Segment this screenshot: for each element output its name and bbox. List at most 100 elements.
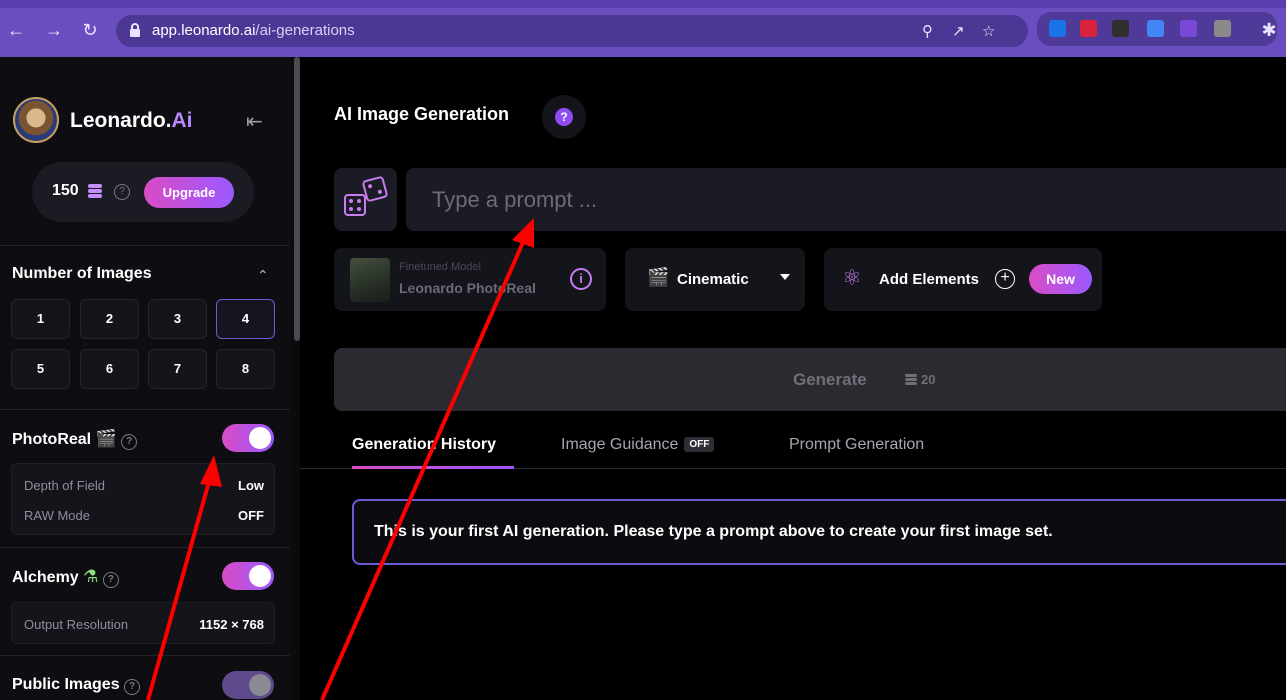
image-count-4[interactable]: 4 [216,299,275,339]
coins-icon [905,374,917,386]
alchemy-toggle[interactable] [222,562,274,590]
brand-suffix: Ai [171,109,193,132]
leonardo-logo [13,97,59,143]
image-count-6[interactable]: 6 [80,349,139,389]
url-text: app.leonardo.ai/ai-generations [152,22,355,39]
model-sublabel: Finetuned Model [399,261,481,273]
url-path: /ai-generations [255,22,355,39]
brand-name: Leonardo.Ai [70,109,193,133]
atom-icon: ⚛ [842,265,862,290]
model-selector[interactable]: Finetuned Model Leonardo PhotoReal i [334,248,606,311]
number-of-images-title: Number of Images [12,265,152,282]
new-badge: New [1029,264,1092,294]
divider [0,409,290,410]
image-count-1[interactable]: 1 [11,299,70,339]
upgrade-button[interactable]: Upgrade [144,177,234,208]
style-label: Cinematic [677,271,749,288]
share-icon[interactable]: ↗ [952,22,965,40]
help-icon[interactable]: ? [114,184,130,200]
help-icon[interactable]: ? [102,572,119,588]
extension-icon[interactable] [1214,20,1231,37]
help-icon[interactable]: ? [121,434,138,450]
tab-prompt-generation[interactable]: Prompt Generation [789,436,924,454]
dice-icon [361,175,389,203]
public-images-title: Public Images ? [12,676,141,695]
extension-icon[interactable] [1080,20,1097,37]
photoreal-title: PhotoReal 🎬 ? [12,429,138,450]
photoreal-label: PhotoReal [12,431,92,448]
divider [0,655,290,656]
help-button[interactable]: ? [542,95,586,139]
key-icon[interactable]: ⚲ [922,22,933,40]
reload-icon[interactable]: ↻ [80,20,100,40]
image-count-3[interactable]: 3 [148,299,207,339]
flask-icon: ⚗ [83,567,99,586]
alchemy-settings: Output Resolution 1152 × 768 [11,602,275,644]
address-bar[interactable]: app.leonardo.ai/ai-generations ⚲ ↗ ☆ [116,15,1028,47]
url-host: app.leonardo.ai [152,22,256,39]
coins-icon [88,184,102,198]
tab-image-guidance[interactable]: Image Guidance OFF [561,436,715,454]
model-name: Leonardo PhotoReal [399,280,536,296]
add-elements-button[interactable]: ⚛ Add Elements + New [824,248,1102,311]
lock-icon [130,23,140,37]
output-resolution-label: Output Resolution [24,617,129,632]
add-elements-label: Add Elements [879,271,980,288]
chevron-up-icon[interactable]: ⌃ [257,267,269,284]
public-images-label: Public Images [12,676,120,693]
alchemy-title: Alchemy ⚗ ? [12,567,119,588]
public-images-toggle[interactable] [222,671,274,699]
token-balance: 150 ? Upgrade [32,162,254,222]
tab-generation-history[interactable]: Generation History [352,436,496,454]
active-tab-indicator [352,466,514,469]
empty-state-notice: This is your first AI generation. Please… [352,499,1286,565]
arrow-right-icon[interactable]: → [44,20,64,40]
alchemy-label: Alchemy [12,569,79,586]
collapse-sidebar-icon[interactable]: ⇤ [246,109,263,134]
image-count-5[interactable]: 5 [11,349,70,389]
depth-of-field-label: Depth of Field [24,478,105,493]
puzzle-icon[interactable]: ✱ [1259,20,1279,40]
info-icon[interactable]: i [570,268,592,290]
raw-mode-label: RAW Mode [24,508,90,523]
photoreal-settings: Depth of Field Low RAW Mode OFF [11,463,275,535]
tab-image-guidance-label: Image Guidance [561,436,679,453]
help-icon: ? [555,108,573,126]
page-title: AI Image Generation [334,104,510,124]
prompt-input[interactable] [406,168,1286,231]
style-dropdown[interactable]: 🎬 Cinematic [625,248,805,311]
help-icon[interactable]: ? [124,679,141,695]
generate-button[interactable]: Generate 20 [334,348,1286,411]
dice-icon [344,194,366,216]
caret-down-icon [780,274,790,280]
browser-toolbar: ← → ↻ app.leonardo.ai/ai-generations ⚲ ↗… [0,0,1286,57]
generate-cost: 20 [921,372,936,387]
image-count-2[interactable]: 2 [80,299,139,339]
sidebar: Leonardo.Ai ⇤ 150 ? Upgrade Number of Im… [0,57,291,700]
extension-icon[interactable] [1180,20,1197,37]
token-count: 150 [52,182,79,199]
browser-tabstrip [0,0,1286,8]
random-prompt-button[interactable] [334,168,397,231]
depth-of-field-value[interactable]: Low [238,478,264,493]
extension-icon[interactable] [1147,20,1164,37]
extension-icon[interactable] [1049,20,1066,37]
generate-label: Generate [793,370,867,389]
arrow-left-icon[interactable]: ← [6,20,26,40]
output-resolution-value[interactable]: 1152 × 768 [199,617,264,632]
camera-icon: 🎬 [647,267,670,287]
model-thumbnail [350,258,390,302]
extension-icon[interactable] [1112,20,1129,37]
divider [0,547,290,548]
brand-text: Leonardo. [70,109,172,132]
star-icon[interactable]: ☆ [982,22,995,40]
plus-icon: + [995,269,1015,289]
image-count-8[interactable]: 8 [216,349,275,389]
camera-icon: 🎬 [95,429,117,448]
notice-text: This is your first AI generation. Please… [374,523,1053,540]
raw-mode-value[interactable]: OFF [238,508,264,523]
off-badge: OFF [684,437,715,452]
divider [0,245,290,246]
image-count-7[interactable]: 7 [148,349,207,389]
photoreal-toggle[interactable] [222,424,274,452]
